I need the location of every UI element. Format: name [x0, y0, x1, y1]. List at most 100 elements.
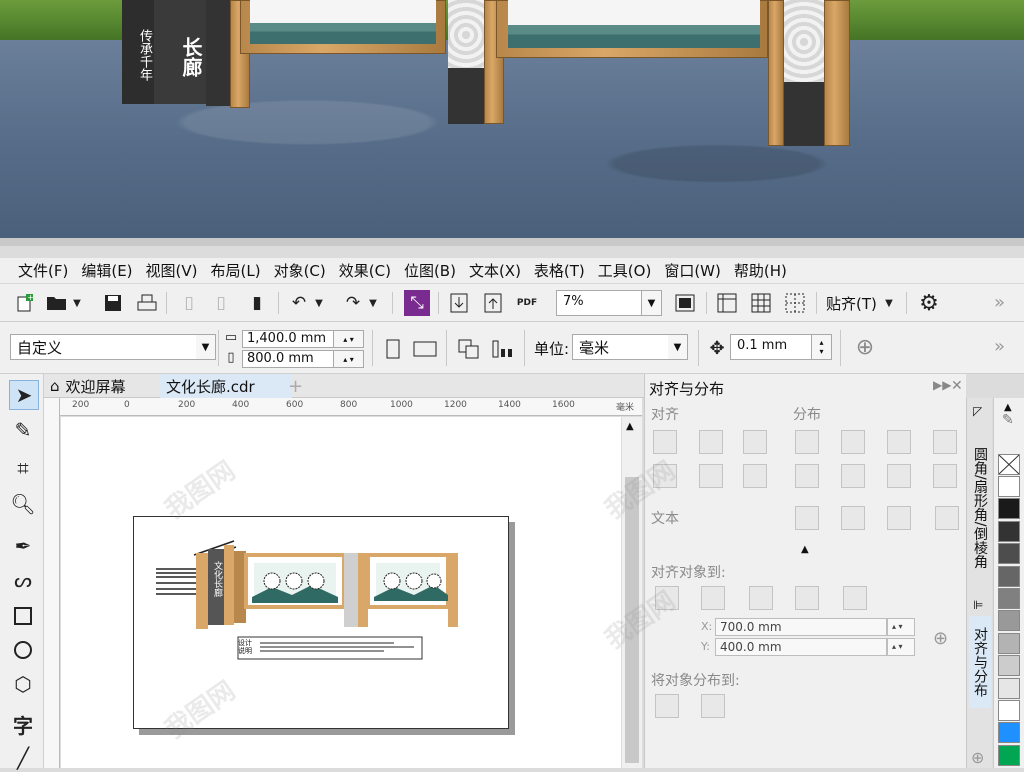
menu-help[interactable]: 帮助(H)	[732, 260, 798, 281]
nudge-distance-field[interactable]: 0.1 mm	[730, 334, 812, 360]
no-color-swatch[interactable]	[998, 454, 1020, 475]
tab-fillet-scallop-chamfer[interactable]: 圆角/扇形角/倒棱角	[969, 420, 991, 596]
import-icon[interactable]	[446, 290, 472, 316]
snap-to-button[interactable]: 贴齐(T)	[826, 293, 877, 314]
color-swatch[interactable]	[998, 722, 1020, 744]
distribute-left-icon[interactable]	[795, 430, 819, 454]
all-pages-icon[interactable]	[456, 336, 482, 362]
shape-tool-icon[interactable]: ✎	[9, 416, 37, 444]
print-icon[interactable]	[134, 290, 160, 316]
save-icon[interactable]	[100, 290, 126, 316]
add-point-icon[interactable]: ⊕	[933, 628, 948, 649]
expand-icon[interactable]: ▶▶	[933, 378, 951, 392]
distribute-middle-icon[interactable]	[841, 464, 865, 488]
y-coordinate-field[interactable]: 400.0 mm	[715, 638, 887, 656]
align-horizontal-center-icon[interactable]	[699, 430, 723, 454]
document-page[interactable]: 文化长廊 设计说明	[133, 516, 509, 729]
rectangle-tool-icon[interactable]	[9, 602, 37, 630]
artistic-media-icon[interactable]: ᔕ	[9, 566, 37, 594]
distribute-right-icon[interactable]	[933, 430, 957, 454]
menu-tools[interactable]: 工具(O)	[596, 260, 663, 281]
eyedropper-icon[interactable]: ✎	[1002, 412, 1014, 428]
color-swatch[interactable]	[998, 655, 1020, 677]
color-swatch[interactable]	[998, 588, 1020, 609]
menu-file[interactable]: 文件(F)	[16, 260, 79, 281]
portrait-icon[interactable]	[380, 336, 406, 362]
full-screen-icon[interactable]	[672, 290, 698, 316]
tab-align-distribute[interactable]: 对齐与分布	[969, 616, 991, 708]
distribute-center-icon[interactable]	[841, 430, 865, 454]
copy-icon[interactable]: ▯	[208, 290, 234, 316]
page-width-field[interactable]: 1,400.0 mm	[242, 330, 334, 348]
color-swatch[interactable]	[998, 476, 1020, 497]
color-swatch[interactable]	[998, 744, 1020, 766]
color-swatch[interactable]	[998, 498, 1020, 520]
align-to-selection-icon[interactable]	[701, 586, 725, 610]
distribute-vspacing-icon[interactable]	[887, 464, 911, 488]
open-folder-icon[interactable]	[44, 290, 70, 316]
collapse-arrow-icon[interactable]: ▲	[801, 544, 809, 555]
add-plus-icon[interactable]: ⊕	[852, 334, 878, 360]
vertical-ruler[interactable]	[44, 398, 60, 768]
text-tool-icon[interactable]: 字	[9, 710, 37, 738]
chevron-down-icon[interactable]: ▼	[668, 334, 688, 360]
pen-tool-icon[interactable]: ✒	[9, 532, 37, 560]
menu-object[interactable]: 对象(C)	[272, 260, 337, 281]
x-stepper[interactable]: ▴ ▾	[887, 618, 915, 636]
zoom-tool-icon[interactable]: 🔍︎	[9, 490, 37, 518]
undo-icon[interactable]: ↶	[286, 290, 312, 316]
color-swatch[interactable]	[998, 700, 1020, 721]
distribute-spacing-icon[interactable]	[887, 430, 911, 454]
y-stepper[interactable]: ▴ ▾	[887, 638, 915, 656]
align-to-page-edge-icon[interactable]	[749, 586, 773, 610]
tab-welcome-screen[interactable]: ⌂ 欢迎屏幕	[44, 374, 174, 398]
width-stepper[interactable]: ▴ ▾	[334, 330, 364, 348]
align-right-icon[interactable]	[743, 430, 767, 454]
align-bottom-icon[interactable]	[743, 464, 767, 488]
distribute-bottom-icon[interactable]	[933, 464, 957, 488]
x-coordinate-field[interactable]: 700.0 mm	[715, 618, 887, 636]
color-swatch[interactable]	[998, 520, 1020, 542]
horizontal-ruler[interactable]: 200 0 200 400 600 800 1000 1200 1400 160…	[60, 398, 642, 416]
menu-text[interactable]: 文本(X)	[467, 260, 532, 281]
height-stepper[interactable]: ▴ ▾	[334, 350, 364, 368]
align-to-active-object-icon[interactable]	[655, 586, 679, 610]
show-guidelines-icon[interactable]	[782, 290, 808, 316]
pick-tool-icon[interactable]: ➤	[9, 380, 39, 410]
page-size-select[interactable]: 自定义	[10, 334, 198, 360]
menu-layout[interactable]: 布局(L)	[209, 260, 272, 281]
new-document-icon[interactable]: +	[12, 290, 38, 316]
ellipse-tool-icon[interactable]	[9, 636, 37, 664]
align-to-grid-icon[interactable]	[795, 586, 819, 610]
add-tab-button[interactable]: +	[282, 374, 316, 398]
redo-icon[interactable]: ↷	[340, 290, 366, 316]
crop-tool-icon[interactable]: ⌗	[9, 454, 37, 482]
add-docker-icon[interactable]: ⊕	[971, 748, 984, 767]
scrollbar-thumb[interactable]	[625, 477, 639, 763]
color-swatch[interactable]	[998, 610, 1020, 632]
toolbar-overflow-icon[interactable]: »	[994, 336, 1005, 357]
distribute-to-selection-icon[interactable]	[655, 694, 679, 718]
current-page-icon[interactable]	[490, 336, 516, 362]
chevron-down-icon[interactable]: ▼	[882, 290, 896, 316]
toolbar-overflow-icon[interactable]: »	[994, 292, 1005, 313]
zoom-level-field[interactable]: 7%	[556, 290, 642, 316]
chevron-down-icon[interactable]: ▼	[366, 290, 380, 316]
align-left-icon[interactable]	[653, 430, 677, 454]
distribute-to-page-icon[interactable]	[701, 694, 725, 718]
tab-document[interactable]: 文化长廊.cdr	[160, 374, 292, 398]
vertical-scrollbar[interactable]: ▲	[621, 417, 642, 768]
text-baseline-line-icon[interactable]	[841, 506, 865, 530]
show-rulers-icon[interactable]	[714, 290, 740, 316]
show-grid-icon[interactable]	[748, 290, 774, 316]
cut-icon[interactable]: ▯	[176, 290, 202, 316]
gear-icon[interactable]: ⚙	[916, 290, 942, 316]
publish-pdf-icon[interactable]: PDF	[514, 290, 540, 316]
align-vertical-center-icon[interactable]	[699, 464, 723, 488]
text-bounding-box-icon[interactable]	[887, 506, 911, 530]
close-icon[interactable]: ✕	[951, 378, 963, 394]
text-outline-icon[interactable]	[935, 506, 959, 530]
landscape-icon[interactable]	[412, 336, 438, 362]
polygon-tool-icon[interactable]: ⬡	[9, 670, 37, 698]
chevron-down-icon[interactable]: ▼	[70, 290, 84, 316]
